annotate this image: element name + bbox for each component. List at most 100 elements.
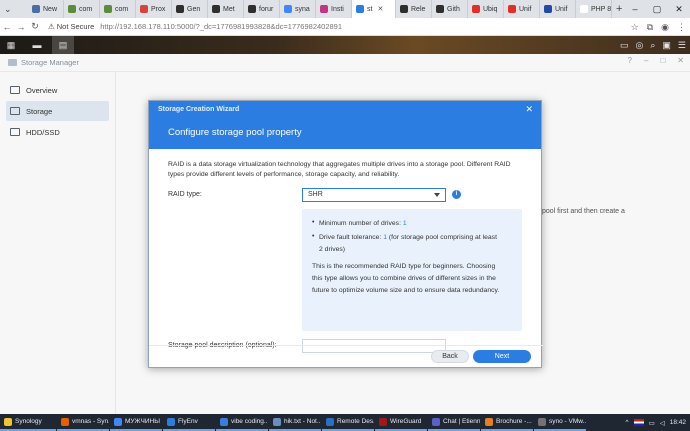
storage-manager-taskbar-icon[interactable]: ▤ [52, 36, 74, 54]
address-bar-actions: ☆ ⧉ ◉ ⋮ [631, 18, 686, 36]
browser-tab[interactable]: forur [244, 0, 280, 18]
next-button[interactable]: Next [473, 350, 531, 363]
browser-tab[interactable]: Gith [432, 0, 468, 18]
raid-description: RAID is a data storage virtualization te… [168, 161, 511, 179]
volume-icon[interactable]: ◁ [660, 419, 665, 427]
chevron-down-icon [434, 193, 440, 197]
desktop-icon[interactable]: ▬ [22, 36, 52, 54]
app-icon [114, 417, 122, 426]
star-icon[interactable]: ☆ [631, 22, 639, 33]
user-icon[interactable]: ◎ [636, 40, 644, 51]
network-icon[interactable]: ▭ [649, 419, 655, 427]
tab-favicon-icon [508, 5, 516, 13]
tray-chevron-icon[interactable]: ^ [626, 419, 629, 426]
forward-icon[interactable]: → [14, 22, 28, 32]
raid-info-paragraph-2: this type allows you to combine drives o… [312, 275, 496, 282]
profile-icon[interactable]: ◉ [661, 22, 669, 33]
fault-tolerance-label: Drive fault tolerance: [319, 234, 382, 241]
taskbar-item[interactable]: Brochure -... [481, 414, 533, 431]
tab-label: PHP 8.5 [591, 5, 612, 13]
bullet-icon: • [312, 233, 315, 240]
taskbar-item-label: Brochure -... [496, 418, 532, 425]
raid-info-box: • Minimum number of drives: 1 • Drive fa… [302, 209, 522, 331]
raid-type-value: SHR [308, 191, 323, 198]
browser-tab[interactable]: PHP 8.5 [576, 0, 612, 18]
main-menu-icon[interactable]: ▦ [0, 36, 22, 54]
browser-tab[interactable]: Unif [504, 0, 540, 18]
address-bar: ← → ↻ ⚠ Not Secure http://192.168.178.11… [0, 18, 690, 36]
tab-label: Insti [331, 5, 344, 13]
menu-icon[interactable]: ⋮ [677, 22, 686, 33]
taskbar-item-label: Chat | Etienn... [443, 418, 480, 425]
tab-favicon-icon [436, 5, 444, 13]
browser-tab[interactable]: Rele [396, 0, 432, 18]
app-icon [61, 417, 69, 426]
info-icon[interactable]: i [452, 190, 461, 199]
browser-tab[interactable]: com [64, 0, 100, 18]
tab-favicon-icon [176, 5, 184, 13]
reload-icon[interactable]: ↻ [28, 21, 42, 32]
maximize-button[interactable]: ▢ [646, 4, 668, 15]
close-tab-icon[interactable]: ✕ [377, 5, 383, 13]
security-indicator[interactable]: ⚠ Not Secure [48, 22, 94, 31]
tab-label: syna [295, 5, 310, 13]
extensions-icon[interactable]: ⧉ [647, 22, 653, 33]
browser-tab[interactable]: Unif [540, 0, 576, 18]
browser-tab[interactable]: Met [208, 0, 244, 18]
tab-nav: ⌄ [0, 4, 28, 15]
taskbar-item[interactable]: WireGuard [375, 414, 427, 431]
browser-tab[interactable]: com [100, 0, 136, 18]
tab-favicon-icon [472, 5, 480, 13]
dsm-tray: ▭ ◎ ⌕ ▣ ☰ [620, 36, 686, 54]
close-icon[interactable]: ✕ [525, 104, 533, 115]
raid-type-select[interactable]: SHR [302, 188, 446, 202]
clock[interactable]: 18:42 [670, 419, 686, 426]
taskbar-item[interactable]: syno - VMw... [534, 414, 586, 431]
taskbar-item[interactable]: Chat | Etienn... [428, 414, 480, 431]
browser-tab[interactable]: syna [280, 0, 316, 18]
raid-info-paragraph-3: future to optimize volume size and to en… [312, 287, 500, 294]
url-field[interactable]: http://192.168.178.110:5000/?_dc=1776981… [100, 22, 342, 31]
taskbar-item[interactable]: FlyEnv [163, 414, 215, 431]
taskbar-item-label: hik.txt - Not... [284, 418, 321, 425]
chat-icon[interactable]: ▭ [620, 40, 629, 51]
search-icon[interactable]: ⌕ [650, 40, 655, 51]
min-drives-value: 1 [402, 220, 407, 227]
fault-tolerance-note: (for storage pool comprising at least [388, 234, 497, 241]
tab-favicon-icon [580, 5, 588, 13]
taskbar-item[interactable]: hik.txt - Not... [269, 414, 321, 431]
app-icon [4, 417, 12, 426]
app-icon [485, 417, 493, 426]
app-icon [167, 417, 175, 426]
tab-favicon-icon [400, 5, 408, 13]
tab-favicon-icon [356, 5, 364, 13]
browser-tab[interactable]: New [28, 0, 64, 18]
tab-label: New [43, 5, 58, 13]
close-window-button[interactable]: ✕ [668, 4, 690, 15]
taskbar-item[interactable]: МУЖЧИНЫ ... [110, 414, 162, 431]
widgets-icon[interactable]: ▣ [662, 40, 671, 51]
windows-taskbar: Synology vmnas - Syn... МУЖЧИНЫ ... FlyEnv v… [0, 414, 690, 431]
back-icon[interactable]: ← [0, 22, 14, 32]
back-button[interactable]: Back [431, 350, 469, 363]
taskbar-item[interactable]: Synology [0, 414, 56, 431]
browser-tab[interactable]: st ✕ [352, 0, 396, 18]
tab-search-icon[interactable]: ⌄ [4, 4, 12, 15]
fault-tolerance-line: Drive fault tolerance: 1 (for storage po… [319, 234, 497, 241]
warning-icon: ⚠ [48, 22, 55, 31]
browser-tab[interactable]: Prox [136, 0, 172, 18]
tab-label: com [115, 5, 129, 13]
browser-tab[interactable]: Ubiq [468, 0, 504, 18]
app-icon [273, 417, 281, 426]
minimize-button[interactable]: – [624, 4, 646, 14]
taskbar-item[interactable]: vmnas - Syn... [57, 414, 109, 431]
tab-favicon-icon [140, 5, 148, 13]
language-flag-icon[interactable] [633, 419, 644, 426]
taskbar-item[interactable]: Remote Des... [322, 414, 374, 431]
browser-tab[interactable]: Insti [316, 0, 352, 18]
tab-favicon-icon [68, 5, 76, 13]
options-icon[interactable]: ☰ [678, 40, 686, 51]
browser-tab[interactable]: Gen [172, 0, 208, 18]
dsm-taskbar: ▦ ▬ ▤ ▭ ◎ ⌕ ▣ ☰ [0, 36, 690, 54]
taskbar-item[interactable]: vibe coding... [216, 414, 268, 431]
